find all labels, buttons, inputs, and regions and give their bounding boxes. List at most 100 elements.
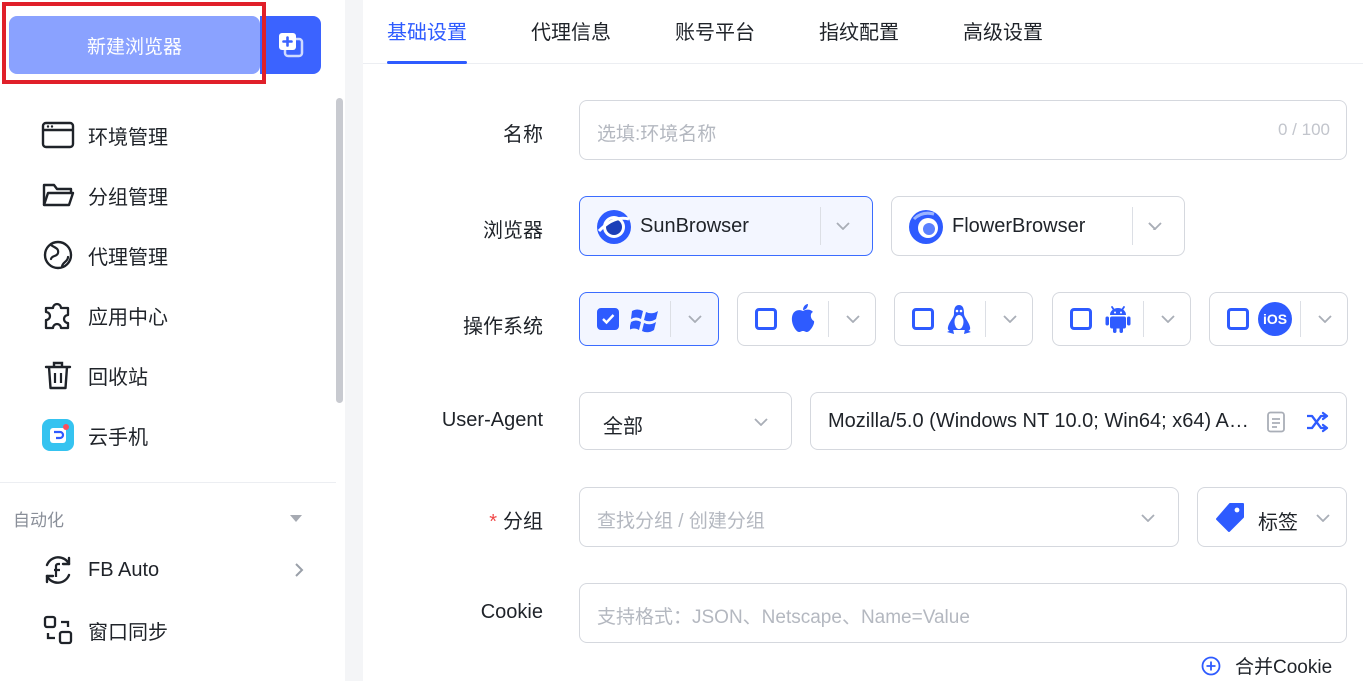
required-mark: * <box>489 511 497 533</box>
shuffle-icon[interactable] <box>1305 411 1329 433</box>
sidebar-item-label: 回收站 <box>88 366 148 389</box>
chevron-down-icon[interactable] <box>1148 222 1162 230</box>
user-agent-filter-select[interactable]: 全部 <box>579 392 792 450</box>
tag-label: 标签 <box>1258 512 1298 534</box>
separator <box>1143 301 1144 337</box>
browser-option-sunbrowser[interactable]: SunBrowser <box>579 196 873 256</box>
sidebar-item-groups[interactable]: 分组管理 <box>40 175 310 215</box>
os-option-ios[interactable]: iOS <box>1209 292 1348 346</box>
separator <box>1132 207 1133 245</box>
sidebar-item-proxies[interactable]: 代理管理 <box>40 235 310 275</box>
browser-option-flowerbrowser[interactable]: FlowerBrowser <box>891 196 1185 256</box>
tab-fingerprint-config[interactable]: 指纹配置 <box>819 16 899 64</box>
name-label: 名称 <box>503 124 543 146</box>
tag-icon <box>1216 503 1244 532</box>
sidebar-item-label: 环境管理 <box>88 126 168 149</box>
group-label-text: 分组 <box>503 511 543 533</box>
name-placeholder: 选填:环境名称 <box>597 124 717 145</box>
chevron-down-icon[interactable] <box>836 222 850 230</box>
sidebar-item-window-sync[interactable]: 窗口同步 <box>40 610 310 650</box>
sidebar: 新建浏览器 环境管理 分组管理 代理管理 应用中心 回收站 云手机 自动化 FB… <box>0 0 345 681</box>
trash-icon <box>40 357 76 393</box>
automation-section-title: 自动化 <box>13 510 64 530</box>
globe-icon <box>40 237 76 273</box>
facebook-sync-icon <box>40 552 76 588</box>
sidebar-divider <box>0 482 336 483</box>
os-label: 操作系统 <box>463 316 543 338</box>
os-option-macos[interactable] <box>737 292 876 346</box>
plus-circle-icon <box>1201 656 1221 675</box>
separator <box>670 301 671 337</box>
chevron-down-icon <box>1316 514 1330 522</box>
browser-option-label: FlowerBrowser <box>952 215 1086 237</box>
sunbrowser-logo-icon <box>597 210 631 244</box>
chevron-down-icon[interactable] <box>1318 315 1332 323</box>
merge-cookie-button[interactable]: 合并Cookie <box>1201 652 1332 679</box>
puzzle-icon <box>40 297 76 333</box>
group-placeholder: 查找分组 / 创建分组 <box>597 511 765 532</box>
tag-select[interactable]: 标签 <box>1197 487 1347 547</box>
os-linux-checkbox[interactable] <box>912 308 934 330</box>
chevron-down-icon[interactable] <box>846 315 860 323</box>
group-label: * 分组 <box>363 505 543 534</box>
new-browser-button[interactable]: 新建浏览器 <box>9 16 260 74</box>
user-agent-value: Mozilla/5.0 (Windows NT 10.0; Win64; x64… <box>828 410 1260 432</box>
main-panel: 基础设置 代理信息 账号平台 指纹配置 高级设置 名称 选填:环境名称 0 / … <box>363 0 1363 681</box>
group-select[interactable]: 查找分组 / 创建分组 <box>579 487 1179 547</box>
merge-cookie-label: 合并Cookie <box>1235 657 1333 678</box>
cookie-placeholder: 支持格式：JSON、Netscape、Name=Value <box>597 607 970 628</box>
chevron-down-icon[interactable] <box>1003 315 1017 323</box>
name-char-counter: 0 / 100 <box>1278 120 1330 139</box>
sidebar-item-fb-auto[interactable]: FB Auto <box>40 550 310 590</box>
name-input[interactable]: 选填:环境名称 0 / 100 <box>579 100 1347 160</box>
os-windows-checkbox[interactable] <box>597 308 619 330</box>
user-agent-input[interactable]: Mozilla/5.0 (Windows NT 10.0; Win64; x64… <box>810 392 1347 450</box>
automation-section-toggle[interactable]: 自动化 <box>13 505 305 531</box>
chevron-down-icon[interactable] <box>688 315 702 323</box>
separator <box>820 207 821 245</box>
tab-proxy-info[interactable]: 代理信息 <box>531 16 611 64</box>
user-agent-label: User-Agent <box>441 409 543 431</box>
tab-account-platform[interactable]: 账号平台 <box>675 16 755 64</box>
os-macos-checkbox[interactable] <box>755 308 777 330</box>
separator <box>828 301 829 337</box>
windows-icon <box>630 309 658 333</box>
document-icon[interactable] <box>1266 411 1286 433</box>
ios-icon: iOS <box>1258 302 1292 336</box>
cookie-input[interactable]: 支持格式：JSON、Netscape、Name=Value <box>579 583 1347 643</box>
apple-icon <box>791 304 815 332</box>
os-option-android[interactable] <box>1052 292 1191 346</box>
window-icon <box>40 117 76 153</box>
browser-option-label: SunBrowser <box>640 215 749 237</box>
flowerbrowser-logo-icon <box>909 210 943 244</box>
os-android-checkbox[interactable] <box>1070 308 1092 330</box>
sidebar-item-cloud-phone[interactable]: 云手机 <box>40 415 310 455</box>
tab-advanced-settings[interactable]: 高级设置 <box>963 16 1043 64</box>
check-icon <box>602 314 615 325</box>
sidebar-item-label: 云手机 <box>88 426 148 449</box>
sidebar-item-label: 代理管理 <box>88 246 168 269</box>
sidebar-item-recycle-bin[interactable]: 回收站 <box>40 355 310 395</box>
chevron-down-icon[interactable] <box>1161 315 1175 323</box>
sidebar-item-app-center[interactable]: 应用中心 <box>40 295 310 335</box>
sidebar-item-label: 分组管理 <box>88 186 168 209</box>
sidebar-scrollbar[interactable] <box>336 98 343 403</box>
browser-label: 浏览器 <box>483 220 543 242</box>
caret-down-icon <box>290 514 302 522</box>
sidebar-item-environments[interactable]: 环境管理 <box>40 115 310 155</box>
linux-icon <box>947 305 971 334</box>
batch-create-button[interactable] <box>260 16 321 74</box>
sidebar-item-label: 应用中心 <box>88 306 168 329</box>
user-agent-filter-value: 全部 <box>603 416 643 438</box>
add-copy-icon <box>278 33 303 58</box>
os-ios-checkbox[interactable] <box>1227 308 1249 330</box>
os-option-linux[interactable] <box>894 292 1033 346</box>
cookie-label: Cookie <box>480 601 543 623</box>
os-option-windows[interactable] <box>579 292 719 346</box>
cloud-phone-icon <box>40 417 76 453</box>
tab-basic-settings[interactable]: 基础设置 <box>387 16 467 64</box>
folder-icon <box>40 177 76 213</box>
sidebar-item-label: 窗口同步 <box>88 621 168 644</box>
separator <box>985 301 986 337</box>
sidebar-item-label: FB Auto <box>88 558 160 581</box>
